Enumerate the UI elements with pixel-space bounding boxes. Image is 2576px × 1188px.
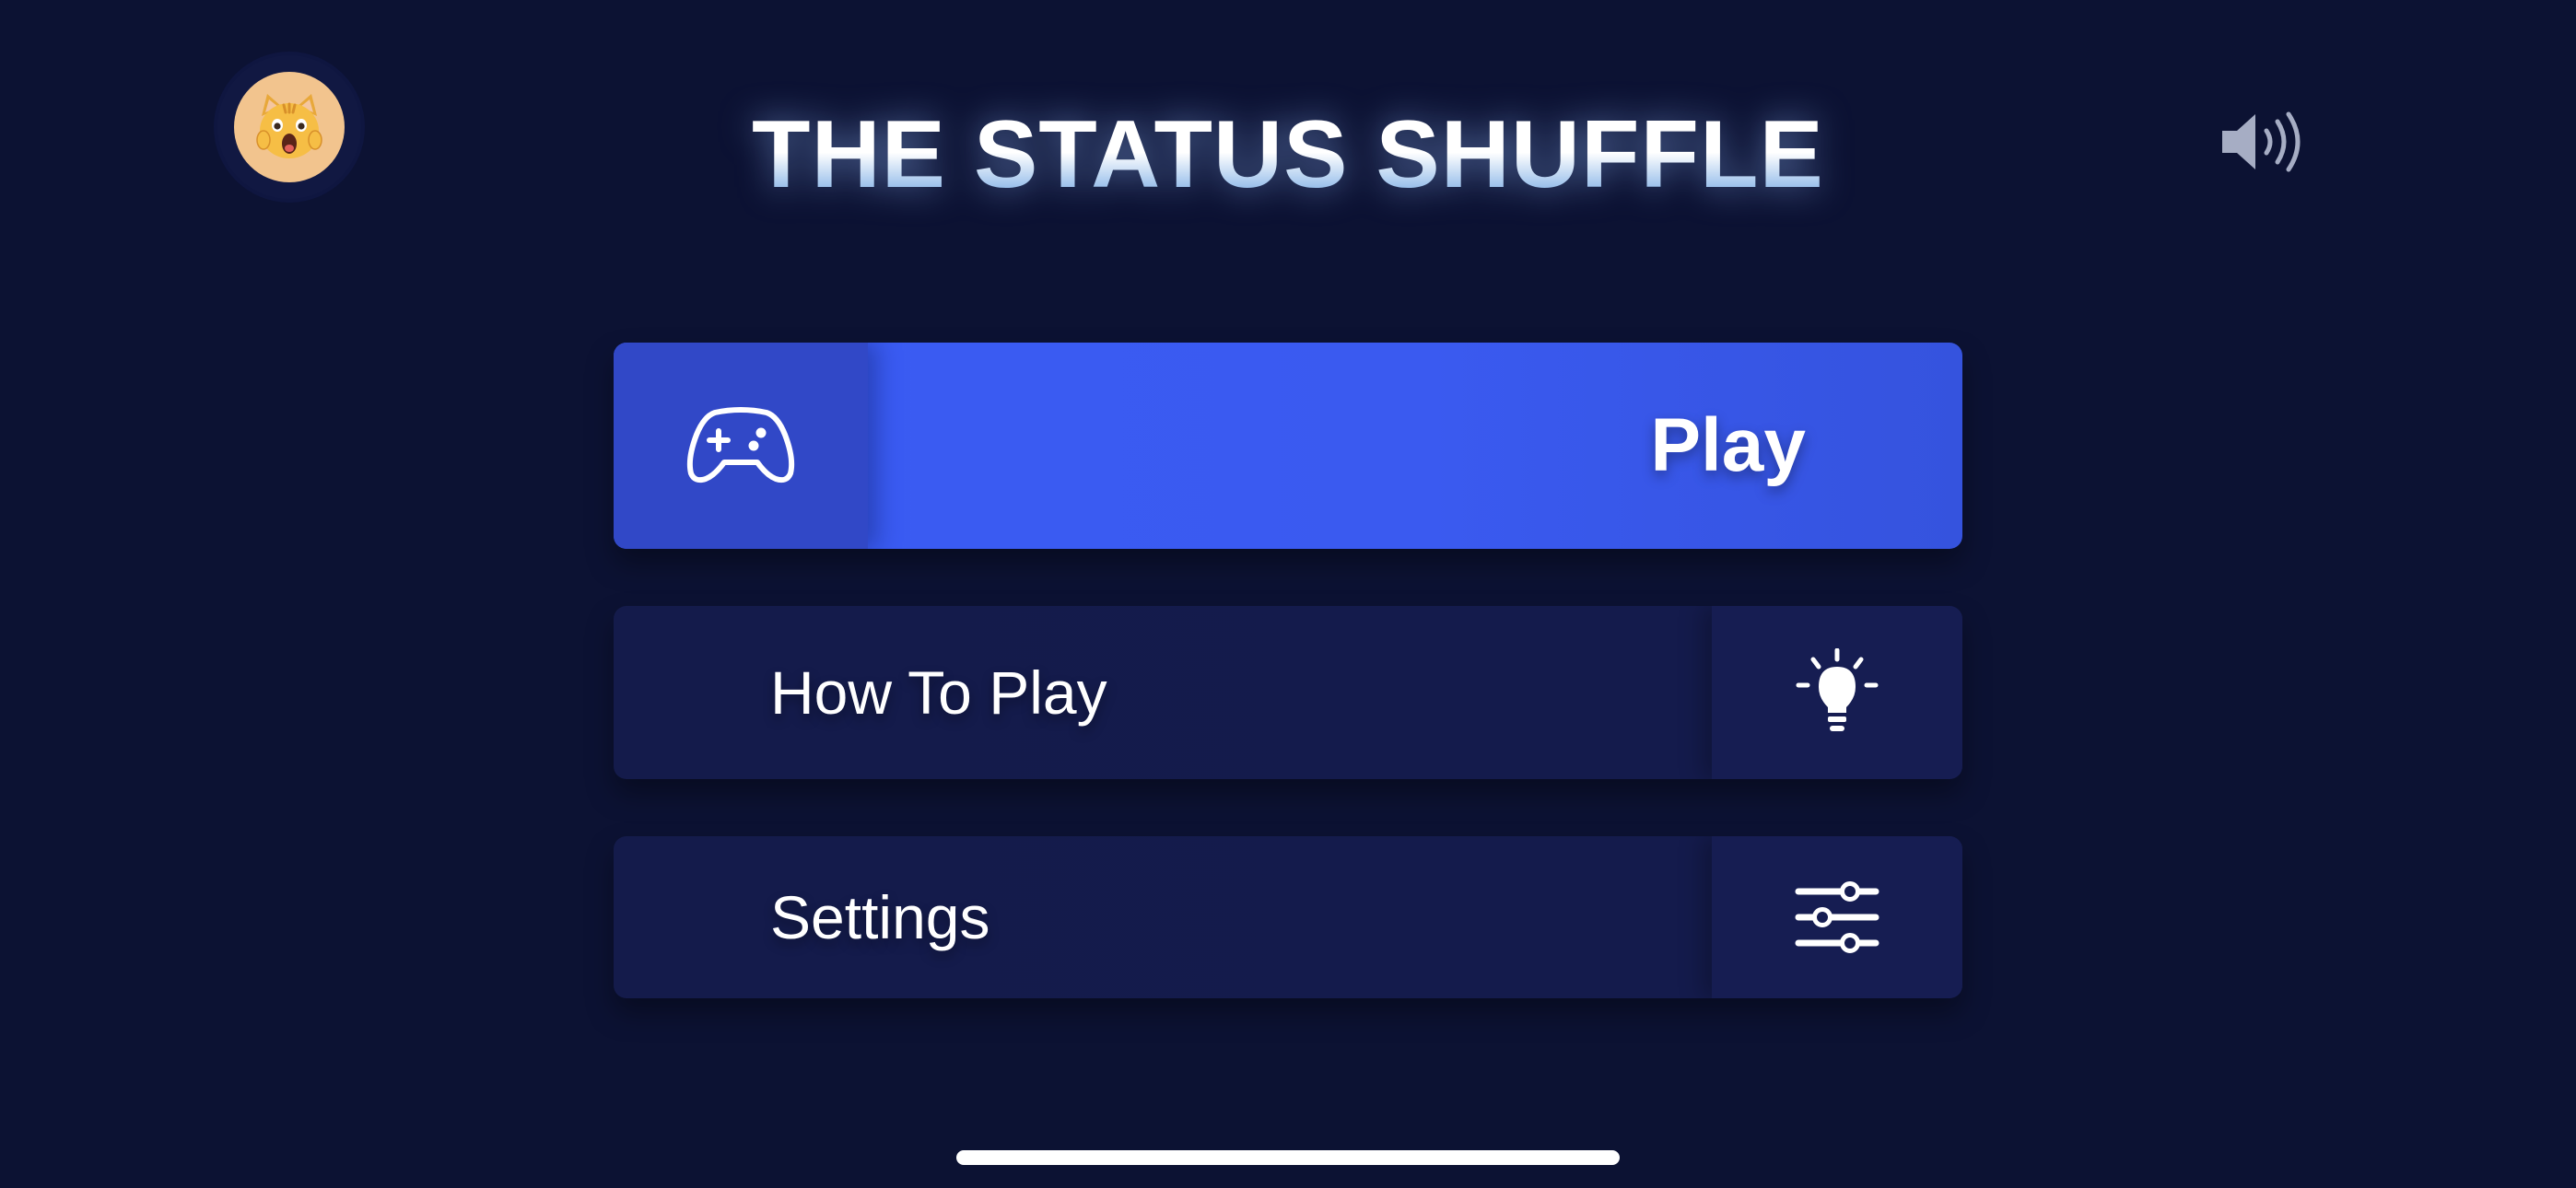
settings-button[interactable]: Settings: [614, 836, 1962, 998]
lightbulb-icon: [1796, 648, 1879, 731]
how-to-play-icon-box: [1712, 606, 1962, 779]
sliders-icon: [1795, 881, 1879, 953]
home-indicator[interactable]: [956, 1150, 1620, 1165]
play-button[interactable]: Play: [614, 343, 1962, 549]
play-button-label: Play: [1650, 403, 1806, 487]
app-title: THE STATUS SHUFFLE: [0, 99, 2576, 210]
how-to-play-label: How To Play: [770, 658, 1107, 727]
speaker-volume-icon: [2222, 111, 2301, 172]
game-controller-icon: [686, 407, 795, 483]
how-to-play-button[interactable]: How To Play: [614, 606, 1962, 779]
play-icon-box: [614, 343, 868, 549]
settings-label: Settings: [770, 883, 990, 951]
settings-icon-box: [1712, 836, 1962, 998]
sound-toggle-button[interactable]: [2215, 103, 2307, 181]
main-menu-screen: 🙀 THE STATUS SHUFFLE Play How To Play: [0, 0, 2576, 1188]
